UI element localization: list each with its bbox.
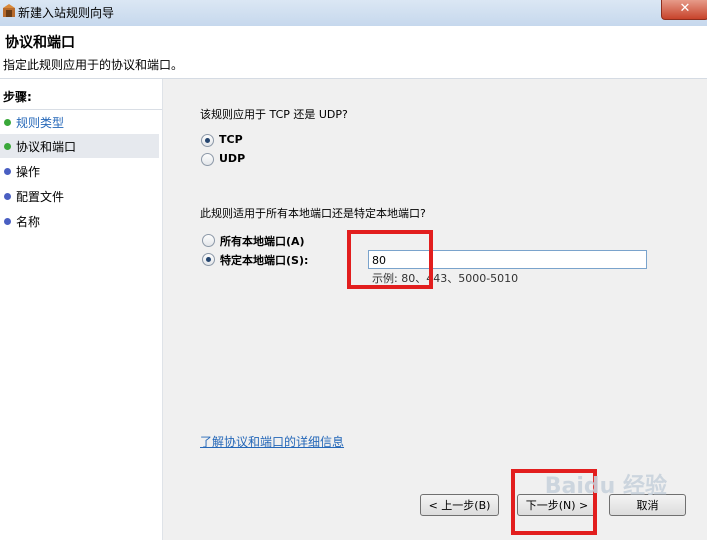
- tcp-radio-label: TCP: [219, 133, 243, 146]
- tcp-radio[interactable]: [201, 134, 214, 147]
- specific-ports-radio-label: 特定本地端口(S):: [220, 254, 309, 267]
- close-button[interactable]: ✕: [661, 0, 707, 20]
- step-action: 操作: [0, 159, 159, 183]
- page-subtitle: 指定此规则应用于的协议和端口。: [3, 58, 184, 72]
- step-label: 名称: [16, 215, 41, 229]
- step-label: 规则类型: [16, 116, 65, 130]
- step-bullet-icon: [4, 218, 11, 225]
- app-icon: [3, 4, 15, 17]
- all-ports-radio-label: 所有本地端口(A): [220, 235, 305, 248]
- step-label: 配置文件: [16, 190, 65, 204]
- highlight-box: [347, 230, 433, 289]
- window-title: 新建入站规则向导: [18, 6, 115, 20]
- page-title: 协议和端口: [5, 35, 75, 51]
- all-ports-radio[interactable]: [202, 234, 215, 247]
- step-bullet-icon: [4, 119, 11, 126]
- step-rule-type[interactable]: 规则类型: [0, 110, 159, 134]
- step-bullet-icon: [4, 168, 11, 175]
- step-profile: 配置文件: [0, 184, 159, 208]
- step-bullet-icon: [4, 143, 11, 150]
- protocol-question: 该规则应用于 TCP 还是 UDP?: [200, 108, 348, 121]
- title-bar: 新建入站规则向导 ✕: [0, 0, 707, 27]
- step-label: 操作: [16, 165, 41, 179]
- step-name: 名称: [0, 209, 159, 233]
- udp-radio-label: UDP: [219, 152, 246, 165]
- ports-question: 此规则适用于所有本地端口还是特定本地端口?: [200, 207, 426, 220]
- back-button[interactable]: < 上一步(B): [420, 494, 499, 516]
- step-label: 协议和端口: [16, 140, 77, 154]
- page-header: 协议和端口 指定此规则应用于的协议和端口。: [0, 26, 707, 79]
- step-protocol-ports[interactable]: 协议和端口: [0, 134, 159, 158]
- step-bullet-icon: [4, 193, 11, 200]
- specific-ports-radio[interactable]: [202, 253, 215, 266]
- steps-sidebar: 步骤: 规则类型 协议和端口 操作 配置文件 名称: [0, 79, 163, 540]
- baidu-watermark: Baidu 经验: [544, 474, 667, 499]
- steps-heading: 步骤:: [3, 90, 32, 104]
- help-link[interactable]: 了解协议和端口的详细信息: [200, 433, 344, 450]
- udp-radio[interactable]: [201, 153, 214, 166]
